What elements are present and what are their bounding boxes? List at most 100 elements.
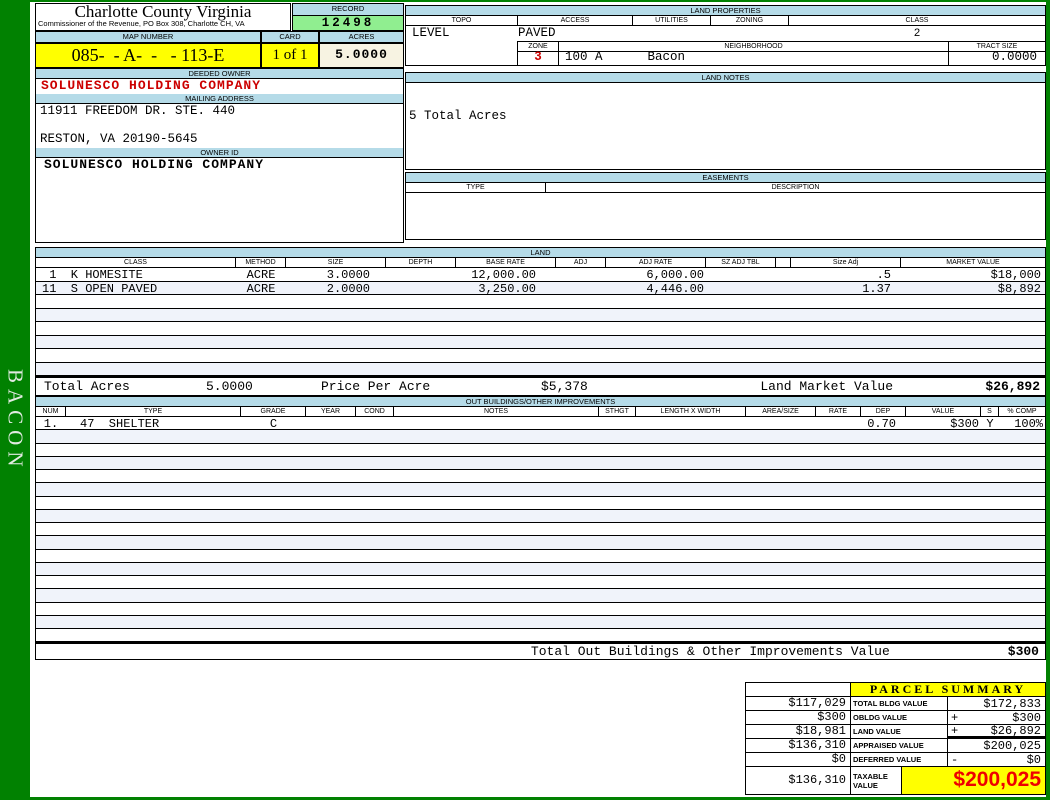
utilities-column-header: UTILITIES [633, 16, 711, 26]
land-section: LAND CLASS METHOD SIZE DEPTH BASE RATE A… [35, 247, 1046, 377]
zone-value-spacer [406, 51, 517, 65]
total-bldg-value-cell: $172,833 [948, 697, 1045, 710]
empty-row [36, 322, 1045, 336]
out-buildings-total-label: Total Out Buildings & Other Improvements… [530, 644, 890, 659]
land-rows: 1 K HOMESITE ACRE 3.0000 12,000.00 6,000… [36, 268, 1045, 376]
land-properties-section: LAND PROPERTIES TOPO ACCESS UTILITIES ZO… [405, 5, 1046, 66]
land-value-op: + [951, 725, 959, 738]
address-line-1: 11911 FREEDOM DR. STE. 440 [40, 104, 236, 118]
neighborhood-sidebar-label: BACON [3, 369, 28, 473]
empty-row [36, 349, 1045, 363]
ob-rate-header: RATE [816, 407, 861, 417]
land-totals-row: Total Acres 5.0000 Price Per Acre $5,378… [35, 377, 1046, 396]
empty-row [36, 536, 1045, 550]
parcel-summary-row: $0 DEFERRED VALUE - $0 [746, 753, 1045, 767]
parcel-summary-title: PARCEL SUMMARY [851, 683, 1045, 696]
card-label: CARD [261, 31, 319, 43]
land-title: LAND [36, 248, 1045, 258]
empty-row [36, 470, 1045, 484]
land-class-cell: 11 S OPEN PAVED [42, 281, 158, 296]
total-bldg-value: $172,833 [983, 697, 1041, 710]
land-class-cell: 1 K HOMESITE [42, 268, 143, 282]
land-properties-value-row: LEVEL PAVED 2 [406, 26, 1045, 41]
land-depth-header: DEPTH [386, 258, 456, 268]
deferred-value-cell: - $0 [948, 753, 1045, 766]
ob-dep-header: DEP [861, 407, 906, 417]
empty-row [36, 483, 1045, 497]
ob-num-cell: 1. [43, 417, 59, 431]
empty-row [36, 430, 1045, 444]
neighborhood-value: 100 A Bacon [558, 51, 948, 65]
county-header-box: Charlotte County Virginia Commissioner o… [35, 3, 291, 31]
deeded-owner-value: SOLUNESCO HOLDING COMPANY [41, 78, 262, 93]
map-number-value: 085- - A- - - 113-E [35, 43, 261, 68]
price-per-acre-label: Price Per Acre [321, 379, 431, 394]
empty-row [36, 308, 1045, 322]
land-method-cell: ACRE [246, 281, 276, 296]
land-market-value-cell: $18,000 [990, 268, 1041, 282]
out-buildings-title: OUT BUILDINGS/OTHER IMPROVEMENTS [36, 397, 1045, 407]
price-per-acre-value: $5,378 [541, 379, 588, 394]
empty-row [36, 549, 1045, 563]
tract-size-value: 0.0000 [948, 51, 1045, 65]
mailing-address-label: MAILING ADDRESS [36, 94, 403, 104]
ob-year-header: YEAR [306, 407, 356, 417]
ob-length-width-header: LENGTH X WIDTH [636, 407, 746, 417]
zone-header-row: ZONE NEIGHBORHOOD TRACT SIZE [406, 41, 1045, 52]
ob-pct-comp-cell: 100% [1014, 417, 1043, 431]
topo-column-header: TOPO [406, 16, 518, 26]
class-value: 2 [913, 27, 921, 39]
out-buildings-section: OUT BUILDINGS/OTHER IMPROVEMENTS NUM TYP… [35, 396, 1046, 643]
out-buildings-total-value: $300 [1007, 644, 1039, 659]
appraised-value: $200,025 [983, 739, 1041, 752]
obldg-value-cell: + $300 [948, 711, 1045, 724]
land-adj-rate-header: ADJ RATE [606, 258, 706, 268]
total-acres-label: Total Acres [44, 379, 130, 394]
land-class-header: CLASS [36, 258, 236, 268]
zoning-column-header: ZONING [711, 16, 789, 26]
empty-row [36, 562, 1045, 576]
easements-title: EASEMENTS [406, 173, 1045, 183]
land-market-value-header: MARKET VALUE [901, 258, 1045, 268]
land-base-rate-cell: 12,000.00 [471, 268, 536, 282]
empty-row [36, 576, 1045, 590]
out-buildings-header-row: NUM TYPE GRADE YEAR COND NOTES STHGT LEN… [36, 407, 1045, 417]
land-header-row: CLASS METHOD SIZE DEPTH BASE RATE ADJ AD… [36, 258, 1045, 268]
appraised-value-cell: $200,025 [948, 739, 1045, 752]
zone-value-row: 3 100 A Bacon 0.0000 [406, 51, 1045, 65]
ob-grade-cell: C [269, 417, 278, 431]
empty-row [36, 629, 1045, 642]
deferred-value: $0 [1026, 753, 1041, 766]
land-adj-rate-cell: 6,000.00 [646, 268, 704, 282]
record-number: 12498 [292, 15, 404, 31]
taxable-value: $200,025 [902, 767, 1045, 794]
ob-s-cell: Y [986, 417, 994, 431]
land-size-cell: 2.0000 [326, 281, 370, 296]
parcel-summary-spacer-cell [746, 683, 851, 696]
ob-sthgt-header: STHGT [599, 407, 636, 417]
easement-description-column-header: DESCRIPTION [546, 183, 1045, 193]
appraised-value-label: APPRAISED VALUE [851, 739, 948, 752]
land-size-adj-header: Size Adj [791, 258, 901, 268]
land-blank-header [776, 258, 791, 268]
land-size-cell: 3.0000 [326, 268, 370, 282]
land-method-cell: ACRE [246, 268, 276, 282]
land-market-value-label: Land Market Value [760, 379, 893, 394]
land-sz-adj-tbl-header: SZ ADJ TBL [706, 258, 776, 268]
ob-type-header: TYPE [66, 407, 241, 417]
taxable-value-row: $136,310 TAXABLE VALUE $200,025 [746, 767, 1045, 794]
prior-total-bldg-value: $117,029 [746, 697, 851, 710]
taxable-value-label: TAXABLE VALUE [851, 767, 902, 794]
out-building-row: 1. 47 SHELTER C 0.70 $300 Y 100% [36, 417, 1045, 431]
zoning-value [711, 26, 789, 41]
county-subtitle: Commissioner of the Revenue, PO Box 308,… [38, 19, 245, 28]
empty-row [36, 362, 1045, 376]
class-column-header: CLASS [789, 16, 1045, 26]
land-notes-title: LAND NOTES [406, 73, 1045, 83]
easement-type-column-header: TYPE [406, 183, 546, 193]
card-value: 1 of 1 [261, 43, 319, 68]
address-line-2: RESTON, VA 20190-5645 [40, 132, 198, 146]
deferred-value-op: - [951, 753, 959, 766]
empty-row [36, 335, 1045, 349]
prior-land-value: $18,981 [746, 725, 851, 738]
